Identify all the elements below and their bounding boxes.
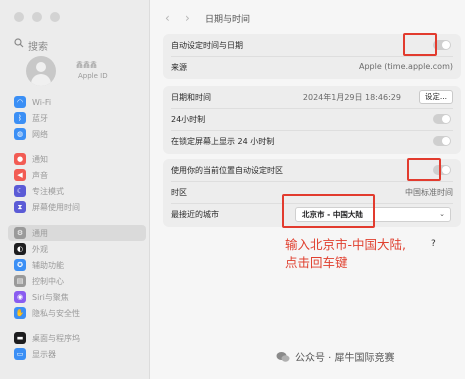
- minimize-button[interactable]: [32, 12, 42, 22]
- accessibility-icon: ✪: [14, 259, 26, 271]
- avatar: [26, 56, 56, 86]
- closest-city-label: 最接近的城市: [171, 210, 219, 219]
- wechat-icon: [276, 351, 290, 362]
- sidebar-item-label: Siri与聚焦: [32, 292, 69, 302]
- sidebar-search-input[interactable]: 搜索: [28, 38, 48, 53]
- highlight-auto-time-toggle: [403, 33, 437, 56]
- sidebar-item[interactable]: ◍ 网络: [14, 127, 144, 141]
- sidebar-item[interactable]: ⚙ 通用: [8, 225, 146, 241]
- close-button[interactable]: [14, 12, 24, 22]
- lock-24h-row: 在锁定屏幕上显示 24 小时制: [163, 130, 461, 152]
- sidebar-item-label: 通知: [32, 154, 48, 164]
- sidebar-item-label: 隐私与安全性: [32, 308, 80, 318]
- control-center-icon: ▤: [14, 275, 26, 287]
- chevron-down-icon: ⌄: [439, 210, 445, 218]
- moon-icon: ☾: [14, 185, 26, 197]
- sidebar: 搜索 鑫鑫鑫 Apple ID ◠ Wi-Fi ᛒ 蓝牙 ◍ 网络 ● 通知 ◀ 声音 ☾ 专注模式 ⧗…: [0, 0, 150, 379]
- sidebar-item-label: 专注模式: [32, 186, 64, 196]
- apple-id-account[interactable]: 鑫鑫鑫 Apple ID: [26, 56, 150, 86]
- sidebar-item[interactable]: ▬ 桌面与程序坞: [14, 331, 144, 345]
- display-icon: ▭: [14, 348, 26, 360]
- sidebar-item[interactable]: ✋ 隐私与安全性: [14, 306, 144, 320]
- page-title: 日期与时间: [205, 15, 251, 25]
- sidebar-item[interactable]: ▭ 显示器: [14, 347, 144, 361]
- back-button[interactable]: ‹: [165, 11, 170, 25]
- zoom-button[interactable]: [50, 12, 60, 22]
- sidebar-item[interactable]: ● 通知: [14, 152, 144, 166]
- sidebar-item[interactable]: ◠ Wi-Fi: [14, 95, 144, 109]
- main-content: ‹ › 日期与时间 自动设定时间与日期 来源 Apple (time.apple…: [151, 0, 465, 379]
- sidebar-item-label: 桌面与程序坞: [32, 333, 80, 343]
- sidebar-item-label: 屏幕使用时间: [32, 202, 80, 212]
- watermark-text: 公众号 · 犀牛国际竞赛: [295, 353, 395, 364]
- search-icon: [14, 38, 24, 48]
- sidebar-item[interactable]: ᛒ 蓝牙: [14, 111, 144, 125]
- speaker-icon: ◀: [14, 169, 26, 181]
- sidebar-item[interactable]: ▤ 控制中心: [14, 274, 144, 288]
- 24h-label: 24小时制: [171, 115, 206, 124]
- gear-icon: ⚙: [14, 227, 26, 239]
- bluetooth-icon: ᛒ: [14, 112, 26, 124]
- hourglass-icon: ⧗: [14, 201, 26, 213]
- sidebar-item[interactable]: ◀ 声音: [14, 168, 144, 182]
- account-name: 鑫鑫鑫: [76, 61, 97, 69]
- annotation-question-mark: ?: [431, 239, 436, 249]
- settings-window: 搜索 鑫鑫鑫 Apple ID ◠ Wi-Fi ᛒ 蓝牙 ◍ 网络 ● 通知 ◀ 声音 ☾ 专注模式 ⧗…: [0, 0, 465, 379]
- sidebar-item-label: 声音: [32, 170, 48, 180]
- siri-icon: ◉: [14, 291, 26, 303]
- hand-icon: ✋: [14, 307, 26, 319]
- datetime-label: 日期和时间: [171, 93, 211, 102]
- sidebar-item-label: 显示器: [32, 349, 56, 359]
- sidebar-item[interactable]: ☾ 专注模式: [14, 184, 144, 198]
- sidebar-item[interactable]: ◐ 外观: [14, 242, 144, 256]
- source-label: 来源: [171, 63, 187, 72]
- sidebar-item[interactable]: ⧗ 屏幕使用时间: [14, 200, 144, 214]
- sidebar-item-label: 网络: [32, 129, 48, 139]
- sidebar-item-label: 蓝牙: [32, 113, 48, 123]
- dock-icon: ▬: [14, 332, 26, 344]
- datetime-card: 日期和时间 2024年1月29日 18:46:29 设定... 24小时制 在锁…: [163, 86, 461, 154]
- appearance-icon: ◐: [14, 243, 26, 255]
- lock-24h-label: 在锁定屏幕上显示 24 小时制: [171, 137, 275, 146]
- lock-24h-toggle[interactable]: [433, 136, 451, 146]
- auto-time-label: 自动设定时间与日期: [171, 41, 243, 50]
- 24h-toggle[interactable]: [433, 114, 451, 124]
- source-row: 来源 Apple (time.apple.com): [163, 56, 461, 78]
- sidebar-item-label: 通用: [32, 228, 48, 238]
- account-subtitle: Apple ID: [78, 72, 108, 80]
- annotation-line-2: 点击回车键: [285, 255, 348, 270]
- sidebar-item-label: 外观: [32, 244, 48, 254]
- sidebar-item-label: 辅助功能: [32, 260, 64, 270]
- window-controls: [14, 12, 60, 22]
- timezone-value: 中国标准时间: [405, 188, 453, 197]
- annotation-line-1: 输入北京市-中国大陆,: [285, 237, 406, 252]
- highlight-city-field: [282, 194, 375, 228]
- sidebar-item[interactable]: ◉ Siri与聚焦: [14, 290, 144, 304]
- bell-icon: ●: [14, 153, 26, 165]
- source-value[interactable]: Apple (time.apple.com): [359, 62, 453, 71]
- datetime-value: 2024年1月29日 18:46:29: [302, 93, 401, 102]
- globe-icon: ◍: [14, 128, 26, 140]
- sidebar-item[interactable]: ✪ 辅助功能: [14, 258, 144, 272]
- wifi-icon: ◠: [14, 96, 26, 108]
- watermark: 公众号 · 犀牛国际竞赛: [276, 349, 395, 364]
- sidebar-item-label: Wi-Fi: [32, 97, 52, 107]
- timezone-label: 时区: [171, 188, 187, 197]
- 24h-row: 24小时制: [163, 108, 461, 130]
- datetime-row: 日期和时间 2024年1月29日 18:46:29 设定...: [163, 86, 461, 108]
- forward-button[interactable]: ›: [185, 11, 190, 25]
- highlight-location-toggle: [407, 158, 441, 181]
- set-datetime-button[interactable]: 设定...: [418, 90, 453, 104]
- sidebar-item-label: 控制中心: [32, 276, 64, 286]
- location-tz-label: 使用你的当前位置自动设定时区: [171, 166, 283, 175]
